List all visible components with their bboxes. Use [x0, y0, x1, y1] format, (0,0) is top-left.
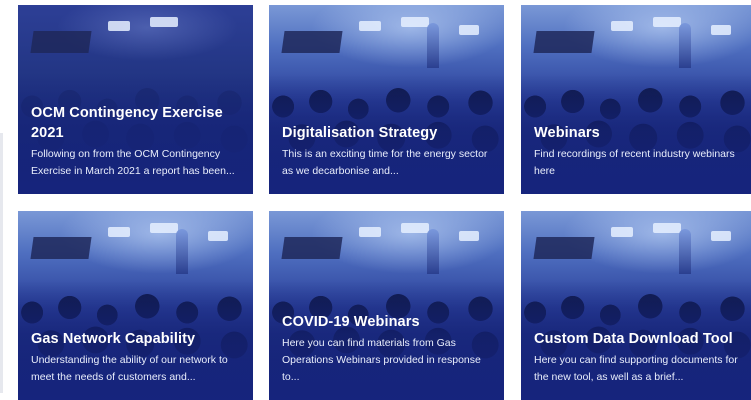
stage-light — [150, 223, 178, 233]
card-description: Find recordings of recent industry webin… — [534, 148, 735, 177]
card-description: Following on from the OCM Contingency Ex… — [31, 148, 235, 177]
card-description: This is an exciting time for the energy … — [282, 148, 488, 177]
stage-light — [459, 25, 479, 35]
stage-screen-graphic — [281, 31, 343, 53]
stage-light — [611, 227, 633, 237]
stage-light — [459, 231, 479, 241]
stage-light — [401, 223, 429, 233]
card-description: Here you can find supporting documents f… — [534, 354, 738, 383]
card-gas-network-capability[interactable]: Gas Network Capability Understanding the… — [18, 211, 253, 400]
card-webinars[interactable]: Webinars Find recordings of recent indus… — [521, 5, 751, 194]
stage-light — [653, 17, 681, 27]
speaker-figure-graphic — [427, 229, 439, 274]
speaker-figure-graphic — [427, 23, 439, 68]
stage-light — [108, 21, 130, 31]
card-description: Here you can find materials from Gas Ope… — [282, 337, 481, 383]
stage-light — [401, 17, 429, 27]
stage-light — [711, 231, 731, 241]
stage-screen-graphic — [533, 237, 595, 259]
card-text: OCM Contingency Exercise 2021 Following … — [31, 103, 243, 180]
card-title[interactable]: Digitalisation Strategy — [282, 123, 494, 143]
card-title[interactable]: COVID-19 Webinars — [282, 312, 494, 332]
speaker-figure-graphic — [176, 229, 188, 274]
card-title[interactable]: Custom Data Download Tool — [534, 329, 746, 349]
left-edge-divider — [0, 133, 3, 393]
card-digitalisation-strategy[interactable]: Digitalisation Strategy This is an excit… — [269, 5, 504, 194]
card-custom-data-download-tool[interactable]: Custom Data Download Tool Here you can f… — [521, 211, 751, 400]
speaker-figure-graphic — [679, 229, 691, 274]
card-text: Gas Network Capability Understanding the… — [31, 329, 243, 386]
stage-light — [208, 231, 228, 241]
card-ocm-contingency-exercise[interactable]: OCM Contingency Exercise 2021 Following … — [18, 5, 253, 194]
stage-light — [359, 21, 381, 31]
card-title[interactable]: Gas Network Capability — [31, 329, 243, 349]
stage-light — [150, 17, 178, 27]
card-description: Understanding the ability of our network… — [31, 354, 228, 383]
card-title[interactable]: OCM Contingency Exercise 2021 — [31, 103, 243, 143]
stage-light — [711, 25, 731, 35]
card-covid-19-webinars[interactable]: COVID-19 Webinars Here you can find mate… — [269, 211, 504, 400]
stage-screen-graphic — [281, 237, 343, 259]
stage-light — [653, 223, 681, 233]
card-title[interactable]: Webinars — [534, 123, 746, 143]
card-text: Webinars Find recordings of recent indus… — [534, 123, 746, 180]
speaker-figure-graphic — [679, 23, 691, 68]
card-text: Custom Data Download Tool Here you can f… — [534, 329, 746, 386]
stage-light — [611, 21, 633, 31]
card-text: Digitalisation Strategy This is an excit… — [282, 123, 494, 180]
stage-screen-graphic — [30, 237, 92, 259]
stage-screen-graphic — [30, 31, 92, 53]
stage-light — [108, 227, 130, 237]
stage-screen-graphic — [533, 31, 595, 53]
card-text: COVID-19 Webinars Here you can find mate… — [282, 312, 494, 386]
stage-light — [359, 227, 381, 237]
